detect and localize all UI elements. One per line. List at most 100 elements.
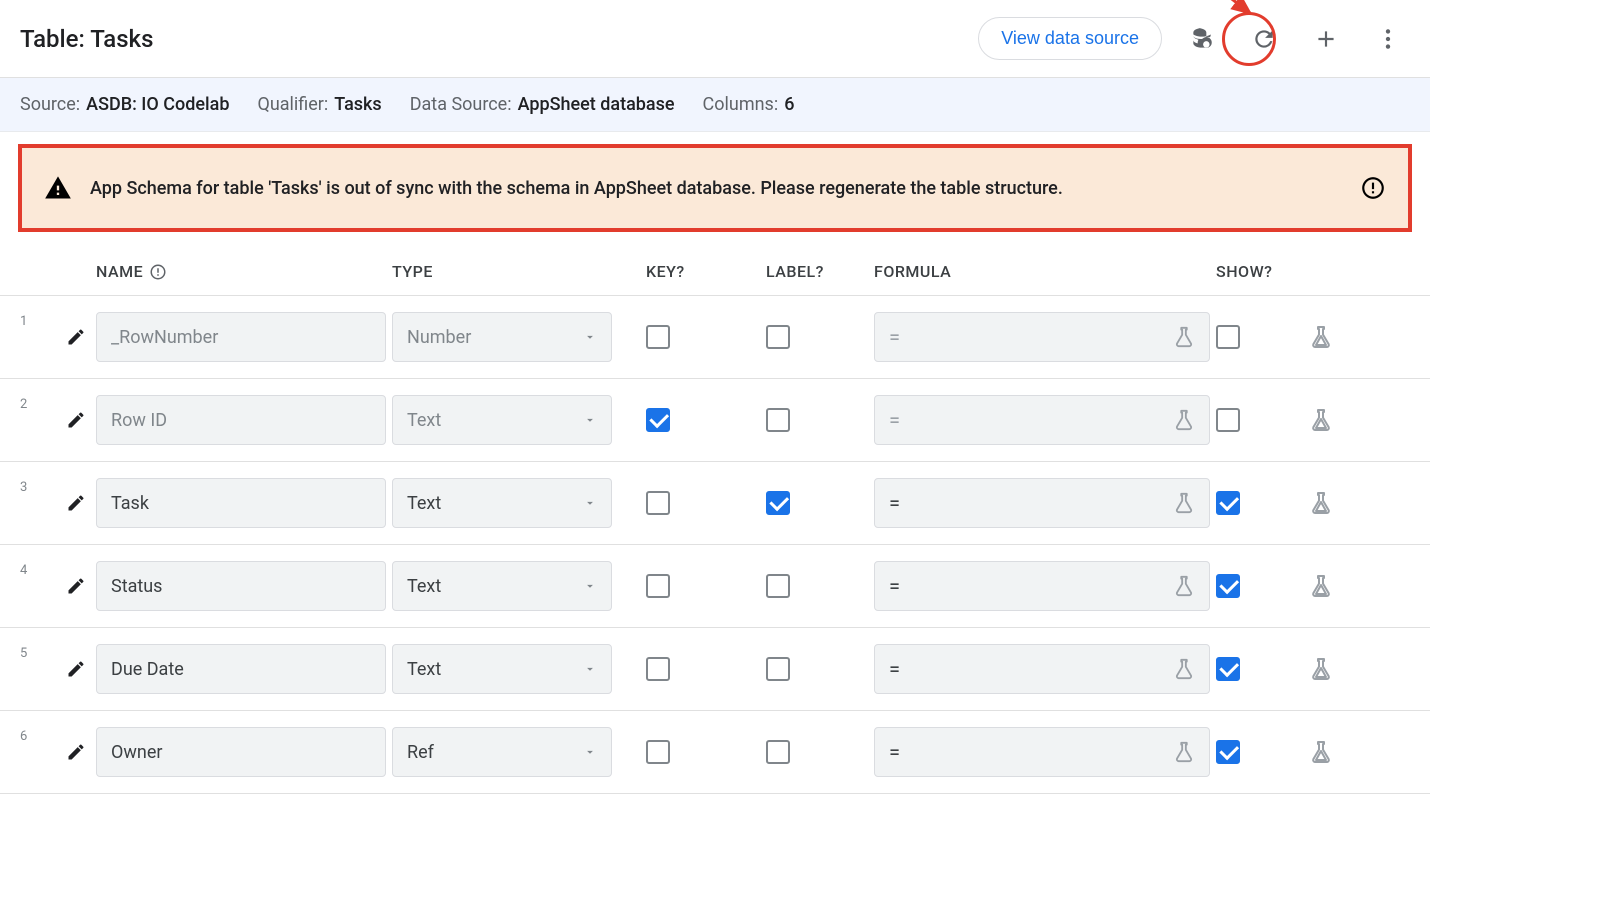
annotation-arrow: [1210, 0, 1260, 19]
warning-text: App Schema for table 'Tasks' is out of s…: [90, 178, 1342, 199]
edit-icon[interactable]: [56, 576, 96, 596]
topbar: Table: Tasks View data source: [0, 0, 1430, 78]
flask-icon: [1173, 409, 1195, 431]
chevron-down-icon: [583, 413, 597, 427]
row-number: 4: [20, 561, 56, 578]
chevron-down-icon: [583, 579, 597, 593]
flask-icon: [1173, 741, 1195, 763]
qualifier-label: Qualifier:: [257, 94, 328, 115]
page-title: Table: Tasks: [20, 25, 153, 53]
flask-icon: [1173, 658, 1195, 680]
source-value: ASDB: IO Codelab: [86, 94, 229, 115]
row-number: 1: [20, 312, 56, 329]
add-icon[interactable]: [1304, 17, 1348, 61]
edit-icon[interactable]: [56, 410, 96, 430]
warning-icon: [44, 174, 72, 202]
show-flask-icon[interactable]: [1286, 491, 1356, 515]
formula-field[interactable]: =: [874, 312, 1210, 362]
key-checkbox[interactable]: [646, 325, 670, 349]
formula-field[interactable]: =: [874, 478, 1210, 528]
chevron-down-icon: [583, 496, 597, 510]
table-row: 4 Status Text =: [0, 545, 1430, 628]
show-checkbox[interactable]: [1216, 574, 1240, 598]
chevron-down-icon: [583, 662, 597, 676]
show-flask-icon[interactable]: [1286, 408, 1356, 432]
edit-icon[interactable]: [56, 659, 96, 679]
name-field[interactable]: Due Date: [96, 644, 386, 694]
name-field[interactable]: Owner: [96, 727, 386, 777]
flask-icon: [1173, 575, 1195, 597]
show-checkbox[interactable]: [1216, 325, 1240, 349]
key-checkbox[interactable]: [646, 657, 670, 681]
show-checkbox[interactable]: [1216, 408, 1240, 432]
row-number: 2: [20, 395, 56, 412]
label-checkbox[interactable]: [766, 408, 790, 432]
datasource-value: AppSheet database: [518, 94, 675, 115]
label-checkbox[interactable]: [766, 657, 790, 681]
type-select[interactable]: Text: [392, 561, 612, 611]
formula-field[interactable]: =: [874, 644, 1210, 694]
key-checkbox[interactable]: [646, 408, 670, 432]
info-mini-icon[interactable]: [149, 263, 167, 281]
edit-icon[interactable]: [56, 493, 96, 513]
label-checkbox[interactable]: [766, 574, 790, 598]
view-data-source-button[interactable]: View data source: [978, 17, 1162, 60]
formula-field[interactable]: =: [874, 395, 1210, 445]
type-select[interactable]: Text: [392, 478, 612, 528]
meta-bar: Source:ASDB: IO Codelab Qualifier:Tasks …: [0, 78, 1430, 132]
chevron-down-icon: [583, 330, 597, 344]
header-show: SHOW?: [1216, 262, 1286, 281]
row-number: 6: [20, 727, 56, 744]
table-row: 2 Row ID Text =: [0, 379, 1430, 462]
table-row: 3 Task Text =: [0, 462, 1430, 545]
columns-header: NAME TYPE KEY? LABEL? FORMULA SHOW?: [0, 232, 1430, 296]
name-field[interactable]: _RowNumber: [96, 312, 386, 362]
header-name: NAME: [96, 262, 392, 281]
overflow-menu-icon[interactable]: [1366, 17, 1410, 61]
type-select[interactable]: Ref: [392, 727, 612, 777]
formula-field[interactable]: =: [874, 727, 1210, 777]
edit-icon[interactable]: [56, 742, 96, 762]
name-field[interactable]: Status: [96, 561, 386, 611]
label-checkbox[interactable]: [766, 325, 790, 349]
info-icon[interactable]: [1360, 175, 1386, 201]
db-settings-icon[interactable]: [1180, 17, 1224, 61]
show-flask-icon[interactable]: [1286, 325, 1356, 349]
row-number: 3: [20, 478, 56, 495]
type-select[interactable]: Number: [392, 312, 612, 362]
formula-field[interactable]: =: [874, 561, 1210, 611]
columns-value: 6: [784, 94, 794, 115]
type-select[interactable]: Text: [392, 644, 612, 694]
table-row: 1 _RowNumber Number =: [0, 296, 1430, 379]
table-row: 6 Owner Ref =: [0, 711, 1430, 794]
name-field[interactable]: Row ID: [96, 395, 386, 445]
topbar-actions: View data source: [978, 17, 1410, 61]
columns-label: Columns:: [703, 94, 779, 115]
label-checkbox[interactable]: [766, 740, 790, 764]
flask-icon: [1173, 326, 1195, 348]
warning-alert: App Schema for table 'Tasks' is out of s…: [18, 144, 1412, 232]
table-row: 5 Due Date Text =: [0, 628, 1430, 711]
label-checkbox[interactable]: [766, 491, 790, 515]
name-field[interactable]: Task: [96, 478, 386, 528]
show-flask-icon[interactable]: [1286, 657, 1356, 681]
header-key: KEY?: [646, 262, 766, 281]
key-checkbox[interactable]: [646, 491, 670, 515]
show-checkbox[interactable]: [1216, 491, 1240, 515]
show-flask-icon[interactable]: [1286, 740, 1356, 764]
key-checkbox[interactable]: [646, 574, 670, 598]
header-label: LABEL?: [766, 262, 874, 281]
flask-icon: [1173, 492, 1195, 514]
edit-icon[interactable]: [56, 327, 96, 347]
qualifier-value: Tasks: [334, 94, 381, 115]
header-type: TYPE: [392, 262, 646, 281]
show-checkbox[interactable]: [1216, 657, 1240, 681]
show-checkbox[interactable]: [1216, 740, 1240, 764]
chevron-down-icon: [583, 745, 597, 759]
header-formula: FORMULA: [874, 262, 1216, 281]
refresh-icon[interactable]: [1242, 17, 1286, 61]
type-select[interactable]: Text: [392, 395, 612, 445]
show-flask-icon[interactable]: [1286, 574, 1356, 598]
source-label: Source:: [20, 94, 80, 115]
key-checkbox[interactable]: [646, 740, 670, 764]
